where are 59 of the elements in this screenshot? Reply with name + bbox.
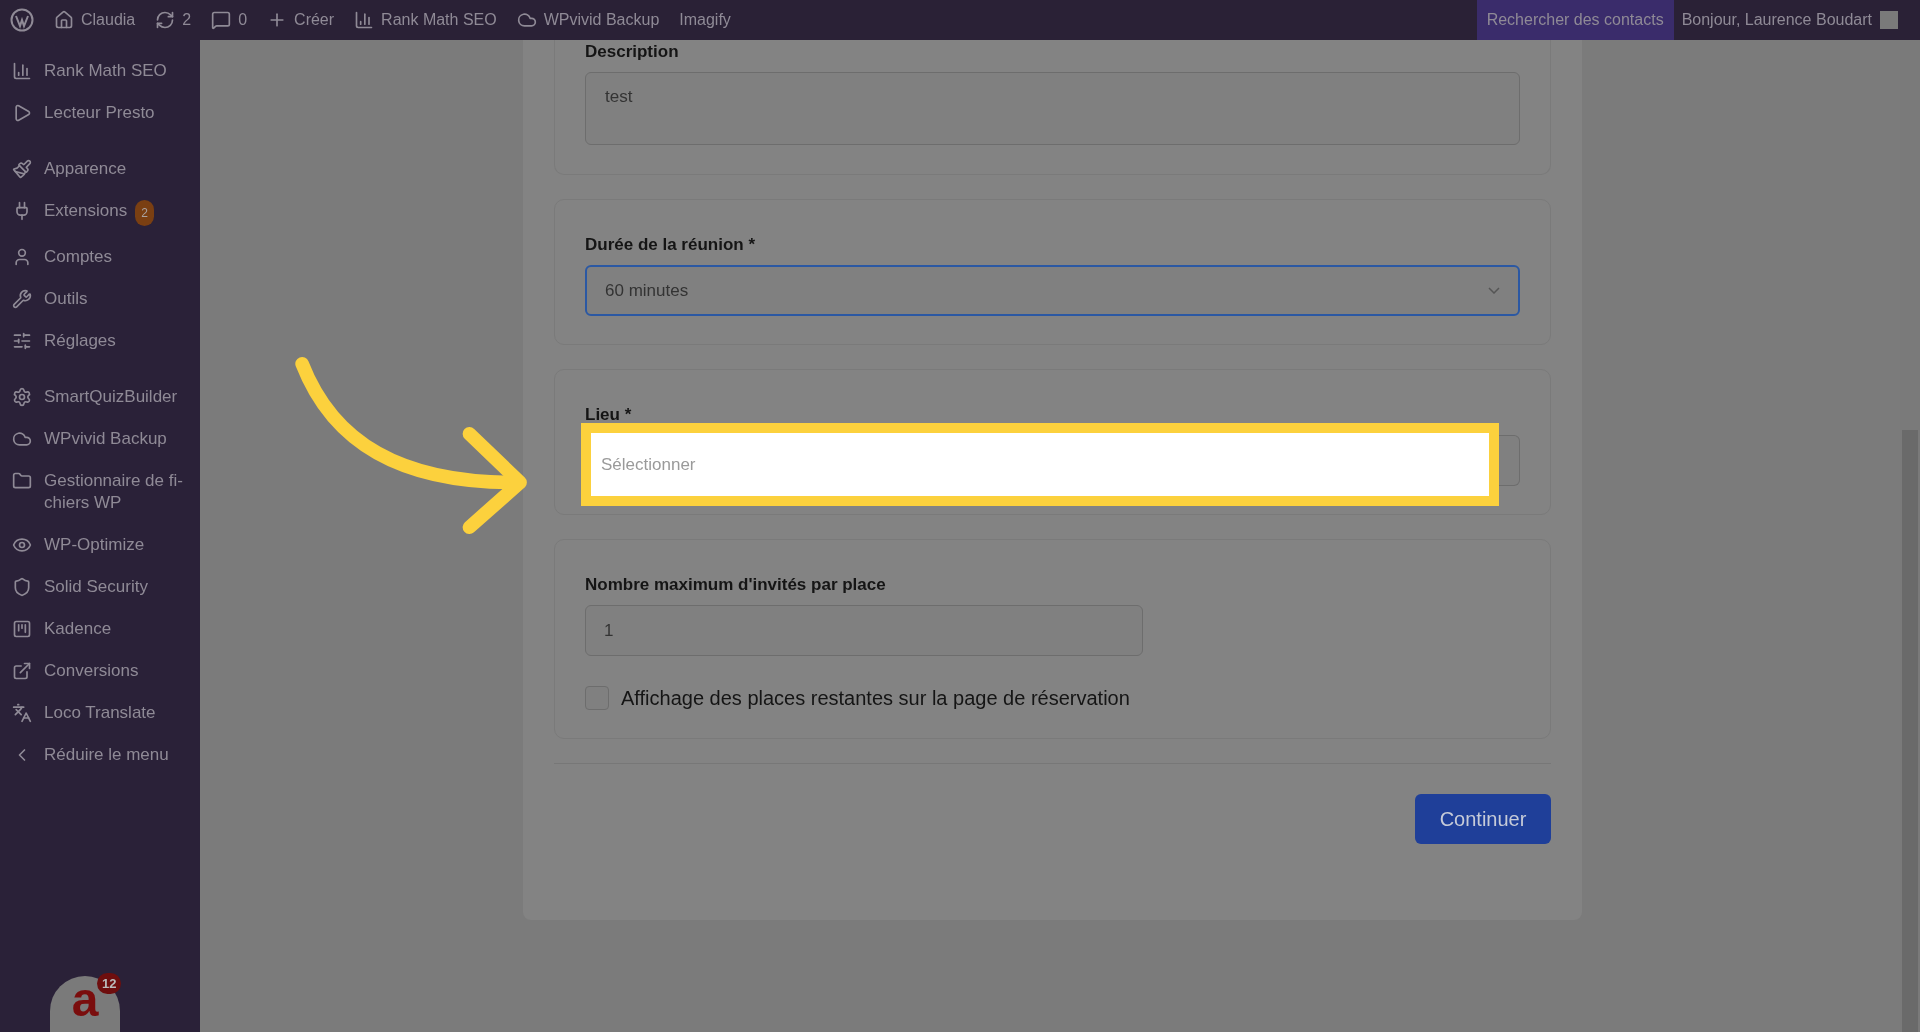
sidebar-item[interactable]: Apparence bbox=[0, 148, 200, 190]
play-icon bbox=[12, 103, 32, 123]
folder-icon bbox=[12, 471, 32, 491]
field-label: Nombre maximum d'invités par place bbox=[585, 575, 887, 595]
translate-icon bbox=[12, 703, 32, 723]
sidebar-item[interactable]: Outils bbox=[0, 278, 200, 320]
cloud-icon bbox=[12, 429, 32, 449]
greeting-text: Bonjour, Laurence Boudart bbox=[1680, 11, 1873, 29]
user-icon bbox=[12, 247, 32, 267]
settings-icon bbox=[12, 387, 32, 407]
checkbox-label: Affichage des places restantes sur la page de réservation bbox=[621, 686, 1130, 710]
refresh-icon bbox=[155, 10, 176, 30]
sidebar-item[interactable]: Loco Translate bbox=[0, 692, 200, 734]
chart-icon bbox=[354, 10, 375, 30]
count-badge: 2 bbox=[135, 200, 154, 226]
sidebar-item[interactable]: Réglages bbox=[0, 320, 200, 362]
updates-link[interactable]: 2 bbox=[145, 0, 202, 40]
new-link[interactable]: Créer bbox=[257, 0, 345, 40]
comments-link[interactable]: 0 bbox=[201, 0, 258, 40]
chart-icon bbox=[12, 61, 32, 81]
field-label: Durée de la réunion * bbox=[585, 235, 757, 255]
external-link-icon bbox=[12, 661, 32, 681]
sidebar-item[interactable]: WPvivid Backup bbox=[0, 418, 200, 460]
sidebar-item[interactable]: Rank Math SEO bbox=[0, 50, 200, 92]
chevron-down-icon bbox=[1488, 287, 1500, 294]
description-field[interactable]: test bbox=[585, 72, 1520, 145]
guests-input[interactable]: 1 bbox=[585, 605, 1143, 656]
sliders-icon bbox=[12, 331, 32, 351]
location-select[interactable]: Sélectionner bbox=[581, 423, 1499, 506]
sidebar-item[interactable]: Conversions bbox=[0, 650, 200, 692]
board-icon bbox=[12, 619, 32, 639]
toolbar-link[interactable]: Rank Math SEO bbox=[344, 0, 507, 40]
search-contacts-link[interactable]: Rechercher des contacts bbox=[1476, 0, 1674, 40]
sidebar-item[interactable]: SmartQuizBuilder bbox=[0, 376, 200, 418]
comment-icon bbox=[211, 10, 232, 30]
shield-icon bbox=[12, 577, 32, 597]
toolbar-link[interactable]: WPvivid Backup bbox=[506, 0, 670, 40]
sidebar-item[interactable]: Lecteur Presto bbox=[0, 92, 200, 134]
sidebar-item[interactable]: Comptes bbox=[0, 236, 200, 278]
duration-select[interactable]: 60 minutes bbox=[585, 265, 1520, 316]
user-avatar[interactable] bbox=[1880, 11, 1898, 29]
continue-button[interactable]: Continuer bbox=[1415, 794, 1551, 844]
sidebar-item[interactable]: Kadence bbox=[0, 608, 200, 650]
sidebar-item[interactable]: Extensions 2 bbox=[0, 190, 200, 236]
sidebar-item[interactable]: Solid Security bbox=[0, 566, 200, 608]
notification-badge: 12 bbox=[97, 973, 122, 994]
sidebar-item[interactable]: Gestionnaire de fi-chiers WP bbox=[0, 460, 200, 524]
brush-icon bbox=[12, 159, 32, 179]
sidebar-item[interactable]: WP-Optimize bbox=[0, 524, 200, 566]
wrench-icon bbox=[12, 289, 32, 309]
wordpress-icon bbox=[10, 8, 34, 32]
site-link[interactable]: Claudia bbox=[44, 0, 146, 40]
sidebar-item[interactable]: Réduire le menu bbox=[0, 734, 200, 776]
field-label: Lieu * bbox=[585, 405, 633, 425]
home-icon bbox=[54, 10, 74, 30]
cloud-icon bbox=[516, 10, 537, 30]
field-label: Description bbox=[585, 42, 680, 62]
toolbar-link[interactable]: Imagify bbox=[669, 0, 741, 40]
eye-icon bbox=[12, 535, 32, 555]
